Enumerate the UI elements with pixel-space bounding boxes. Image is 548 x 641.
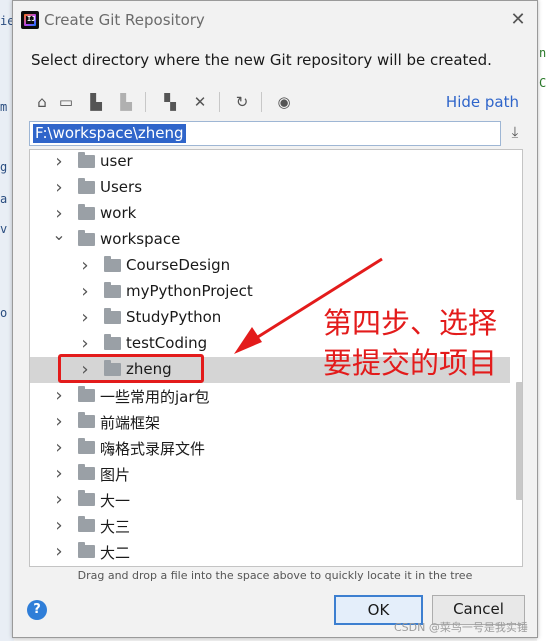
chevron-right-icon[interactable]: › — [78, 257, 92, 275]
tree-row-label: 大三 — [100, 518, 131, 536]
chevron-right-icon[interactable]: › — [52, 153, 66, 171]
tree-row-label: 图片 — [100, 466, 131, 484]
chevron-right-icon[interactable]: › — [52, 179, 66, 197]
tree-row-label: work — [100, 204, 137, 222]
hide-path-link[interactable]: Hide path — [446, 93, 519, 111]
intellij-logo-icon: IJ — [21, 11, 39, 29]
background-glyph: C — [539, 76, 547, 90]
background-glyph: g — [0, 160, 8, 174]
chevron-right-icon[interactable]: › — [78, 335, 92, 353]
tree-row-label: 大二 — [100, 544, 131, 562]
file-chooser-toolbar: ⌂ ▭ ▙ ▙ ▚ ✕ ↻ ◉ Hide path — [31, 89, 525, 115]
tree-row[interactable]: › 嗨格式录屏文件 — [30, 435, 510, 461]
annotation-highlight-box — [58, 354, 204, 383]
chevron-right-icon[interactable]: › — [52, 205, 66, 223]
folder-icon — [78, 490, 95, 506]
new-folder-icon[interactable]: ▚ — [159, 91, 181, 113]
folder-icon — [78, 516, 95, 532]
folder-icon — [78, 438, 95, 454]
folder-icon — [104, 308, 121, 324]
path-input-value: F:\workspace\zheng — [33, 124, 186, 143]
folder-icon — [104, 282, 121, 298]
folder-icon — [78, 178, 95, 194]
tree-row[interactable]: › 一些常用的jar包 — [30, 383, 510, 409]
drag-drop-hint: Drag and drop a file into the space abov… — [77, 569, 473, 582]
tree-row[interactable]: › 大二 — [30, 539, 510, 565]
delete-icon[interactable]: ✕ — [189, 91, 211, 113]
folder-icon — [104, 256, 121, 272]
path-input[interactable]: F:\workspace\zheng — [29, 121, 501, 146]
instruction-text: Select directory where the new Git repos… — [31, 51, 492, 69]
tree-row-label: 大一 — [100, 492, 131, 510]
tree-row[interactable]: › Users — [30, 175, 510, 201]
chevron-right-icon[interactable]: › — [52, 439, 66, 457]
tree-row-label: 前端框架 — [100, 414, 161, 432]
tree-row-label: user — [100, 152, 133, 170]
tree-row[interactable]: ⌄ workspace — [30, 227, 510, 253]
chevron-right-icon[interactable]: › — [52, 543, 66, 561]
tree-row[interactable]: › 大三 — [30, 513, 510, 539]
background-glyph: m — [0, 100, 8, 114]
refresh-icon[interactable]: ↻ — [231, 91, 253, 113]
module-folder-icon[interactable]: ▙ — [115, 91, 137, 113]
background-glyph: n — [539, 46, 547, 60]
tree-row[interactable]: › myPythonProject — [30, 279, 510, 305]
chevron-down-icon[interactable]: ⌄ — [52, 227, 66, 243]
dialog-title: Create Git Repository — [44, 11, 205, 29]
folder-icon — [104, 334, 121, 350]
tree-row[interactable]: › 大一 — [30, 487, 510, 513]
watermark: CSDN @菜鸟一号是我实锤 — [394, 621, 528, 634]
tree-row[interactable]: › 前端框架 — [30, 409, 510, 435]
annotation-text-line2: 要提交的项目 — [323, 346, 498, 380]
close-icon[interactable]: ✕ — [507, 9, 529, 31]
tree-row-label: 一些常用的jar包 — [100, 388, 210, 406]
tree-row-label: myPythonProject — [126, 282, 253, 300]
tree-row-label: Users — [100, 178, 143, 196]
chevron-right-icon[interactable]: › — [52, 413, 66, 431]
folder-icon — [78, 386, 95, 402]
desktop-icon[interactable]: ▭ — [55, 91, 77, 113]
tree-row-label: testCoding — [126, 334, 208, 352]
background-glyph: o — [0, 306, 8, 320]
title-bar: IJ Create Git Repository ✕ — [13, 1, 537, 39]
folder-icon — [78, 152, 95, 168]
download-icon[interactable]: ⤓ — [505, 123, 525, 145]
folder-icon — [78, 230, 95, 246]
tree-row[interactable]: › work — [30, 201, 510, 227]
tree-row-label: 嗨格式录屏文件 — [100, 440, 206, 458]
tree-row[interactable]: › 图片 — [30, 461, 510, 487]
tree-row-label: StudyPython — [126, 308, 222, 326]
chevron-right-icon[interactable]: › — [78, 309, 92, 327]
folder-icon — [78, 412, 95, 428]
help-button[interactable]: ? — [27, 600, 47, 620]
chevron-right-icon[interactable]: › — [52, 491, 66, 509]
chevron-right-icon[interactable]: › — [78, 283, 92, 301]
background-glyph: v — [0, 222, 8, 236]
folder-icon — [78, 204, 95, 220]
tree-row-label: CourseDesign — [126, 256, 231, 274]
chevron-right-icon[interactable]: › — [52, 465, 66, 483]
folder-icon — [78, 542, 95, 558]
annotation-text-line1: 第四步、选择 — [323, 306, 498, 340]
show-hidden-icon[interactable]: ◉ — [273, 91, 295, 113]
tree-scrollbar[interactable] — [516, 382, 522, 500]
toolbar-separator — [219, 92, 220, 112]
background-window-right: n C — [537, 0, 548, 641]
toolbar-separator — [261, 92, 262, 112]
home-icon[interactable]: ⌂ — [31, 91, 53, 113]
folder-icon — [78, 464, 95, 480]
toolbar-separator — [145, 92, 146, 112]
background-glyph: a — [0, 192, 8, 206]
chevron-right-icon[interactable]: › — [52, 387, 66, 405]
tree-row[interactable]: › user — [30, 150, 510, 175]
tree-row[interactable]: › CourseDesign — [30, 253, 510, 279]
project-folder-icon[interactable]: ▙ — [85, 91, 107, 113]
tree-row-label: workspace — [100, 230, 181, 248]
chevron-right-icon[interactable]: › — [52, 517, 66, 535]
